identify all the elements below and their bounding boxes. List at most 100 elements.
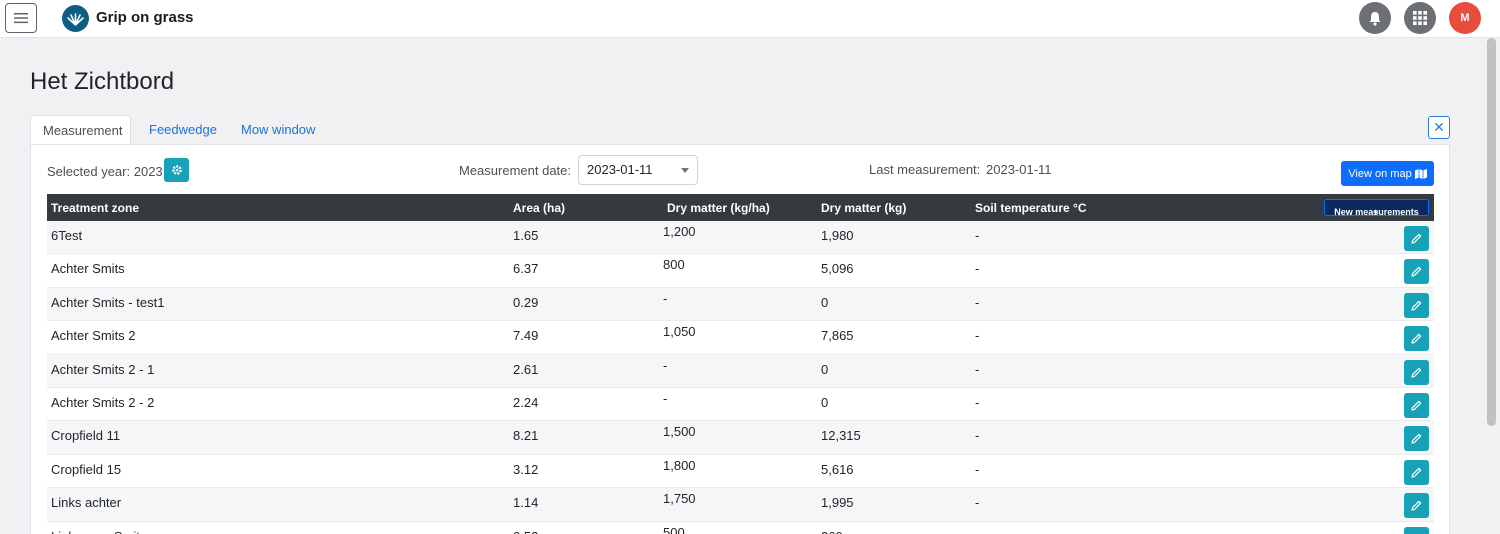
treatment-zone-cell: Cropfield 11 bbox=[51, 428, 121, 444]
area-cell: 7.49 bbox=[513, 328, 539, 344]
area-cell: 1.65 bbox=[513, 228, 539, 243]
dry-matter-kg-cell: 0 bbox=[821, 361, 829, 377]
dry-matter-kg-cell: 12,315 bbox=[821, 428, 861, 444]
measurement-date-label: Measurement date: bbox=[459, 163, 572, 178]
brand-name[interactable]: Grip on grass bbox=[96, 9, 194, 26]
edit-row-button[interactable] bbox=[1404, 392, 1429, 418]
treatment-zone-cell: Cropfield 15 bbox=[51, 461, 122, 477]
area-cell: 8.21 bbox=[513, 428, 539, 444]
scrollbar-thumb[interactable] bbox=[1487, 38, 1496, 426]
view-on-map-button[interactable]: View on map bbox=[1341, 161, 1434, 186]
tab-mow-window[interactable]: Mow window bbox=[229, 115, 327, 145]
edit-row-button[interactable] bbox=[1404, 493, 1429, 519]
edit-row-button[interactable] bbox=[1404, 326, 1429, 352]
pencil-icon bbox=[1411, 367, 1422, 378]
dry-matter-kg-cell: 5,096 bbox=[821, 261, 854, 277]
page-title: Het Zichtbord bbox=[30, 68, 175, 95]
dry-matter-kg-cell: 1,980 bbox=[821, 228, 854, 243]
table-row: 6Test 1.65 1,200 1,980 - bbox=[47, 221, 1434, 255]
dry-matter-kg-ha-cell: - bbox=[663, 357, 668, 373]
measurement-date-value: 2023-01-11 bbox=[587, 162, 653, 177]
dry-matter-kg-cell: 0 bbox=[821, 294, 829, 310]
dry-matter-kg-ha-cell: 1,750 bbox=[663, 491, 696, 507]
dry-matter-kg-ha-cell: 800 bbox=[663, 257, 685, 273]
pencil-icon bbox=[1411, 333, 1422, 344]
edit-row-button[interactable] bbox=[1404, 226, 1429, 251]
table-row: Achter Smits - test1 0.29 - 0 - bbox=[47, 287, 1434, 322]
area-cell: 1.14 bbox=[513, 495, 539, 511]
pencil-icon bbox=[1411, 267, 1422, 277]
pencil-icon bbox=[1411, 400, 1422, 411]
last-measurement-label: Last measurement: bbox=[869, 162, 981, 177]
treatment-zone-cell: Achter Smits bbox=[51, 261, 125, 277]
dry-matter-kg-cell: 260 bbox=[821, 529, 843, 534]
area-cell: 0.52 bbox=[513, 529, 538, 534]
pencil-icon bbox=[1411, 434, 1422, 444]
treatment-zone-cell: Achter Smits 2 - 2 bbox=[51, 394, 155, 410]
dry-matter-kg-ha-cell: - bbox=[663, 290, 668, 306]
pencil-icon bbox=[1411, 467, 1422, 478]
table-row: Achter Smits 2 - 2 2.24 - 0 - bbox=[47, 387, 1434, 422]
table-row: Cropfield 15 3.12 1,800 5,616 - bbox=[47, 454, 1434, 489]
selected-year-value: 2023 bbox=[133, 164, 163, 179]
year-settings-button[interactable] bbox=[164, 158, 189, 182]
table-body: 6Test 1.65 1,200 1,980 - Achter Smits 6.37 800 5… bbox=[47, 221, 1434, 534]
chevron-down-icon bbox=[681, 168, 689, 173]
area-cell: 6.37 bbox=[513, 261, 539, 277]
gear-icon bbox=[171, 165, 182, 175]
table-row: Links achter 1.14 1,750 1,995 - bbox=[47, 488, 1434, 522]
map-icon bbox=[1414, 168, 1427, 179]
dry-matter-kg-ha-cell: 1,050 bbox=[663, 324, 696, 340]
edit-row-button[interactable] bbox=[1404, 359, 1429, 385]
column-header-dry-matter-kg: Dry matter (kg) bbox=[821, 201, 907, 215]
table-row: Links voor Smits 0.52 500 260 bbox=[47, 521, 1434, 534]
edit-row-button[interactable] bbox=[1404, 459, 1429, 485]
column-header-soil-temperature: Soil temperature °C bbox=[975, 201, 1087, 215]
dry-matter-kg-ha-cell: 1,500 bbox=[663, 424, 696, 440]
edit-row-button[interactable] bbox=[1404, 259, 1429, 285]
notifications-button[interactable] bbox=[1359, 2, 1391, 34]
area-cell: 2.61 bbox=[513, 361, 539, 377]
measurements-table: Treatment zone Area (ha) Dry matter (kg/… bbox=[47, 194, 1434, 534]
new-measurements-label: New measurements bbox=[1334, 207, 1419, 217]
dry-matter-kg-ha-cell: 1,200 bbox=[663, 224, 696, 239]
view-on-map-label: View on map bbox=[1348, 167, 1412, 180]
edit-row-button[interactable] bbox=[1404, 426, 1429, 452]
soil-temperature-cell: - bbox=[975, 461, 980, 477]
selected-year-label: Selected year: bbox=[47, 164, 131, 179]
grass-logo-icon[interactable] bbox=[62, 5, 89, 32]
area-cell: 2.24 bbox=[513, 394, 539, 410]
tab-feedwedge[interactable]: Feedwedge bbox=[137, 115, 229, 145]
edit-row-button[interactable] bbox=[1404, 292, 1429, 318]
dry-matter-kg-cell: 0 bbox=[821, 394, 829, 410]
apps-button[interactable] bbox=[1404, 2, 1436, 34]
measurement-date-select[interactable]: 2023-01-11 bbox=[578, 155, 698, 185]
top-navbar: Grip on grass M bbox=[0, 0, 1500, 38]
dry-matter-kg-ha-cell: 1,800 bbox=[663, 457, 696, 473]
soil-temperature-cell: - bbox=[975, 394, 980, 410]
tab-measurement[interactable]: Measurement bbox=[30, 115, 131, 145]
treatment-zone-cell: Links achter bbox=[51, 495, 122, 511]
user-avatar[interactable]: M bbox=[1449, 2, 1481, 34]
soil-temperature-cell: - bbox=[975, 261, 980, 277]
table-row: Cropfield 11 8.21 1,500 12,315 - bbox=[47, 421, 1434, 455]
dry-matter-kg-cell: 7,865 bbox=[821, 328, 854, 344]
bell-icon bbox=[1369, 11, 1381, 26]
column-header-area: Area (ha) bbox=[513, 201, 566, 215]
soil-temperature-cell: - bbox=[975, 228, 980, 243]
treatment-zone-cell: Links voor Smits bbox=[51, 529, 146, 534]
pencil-icon bbox=[1411, 300, 1422, 311]
selected-year: Selected year: 2023 bbox=[47, 164, 163, 179]
hamburger-menu-button[interactable] bbox=[5, 3, 37, 33]
table-row: Achter Smits 2 7.49 1,050 7,865 - bbox=[47, 321, 1434, 355]
close-icon: ✕ bbox=[1433, 119, 1445, 135]
new-measurements-button[interactable]: + New measurements bbox=[1324, 199, 1429, 217]
column-header-treatment-zone: Treatment zone bbox=[51, 201, 140, 215]
dry-matter-kg-cell: 5,616 bbox=[821, 461, 854, 477]
column-header-dry-matter-kg-ha: Dry matter (kg/ha) bbox=[667, 201, 770, 215]
treatment-zone-cell: Achter Smits - test1 bbox=[51, 294, 165, 310]
edit-row-button[interactable] bbox=[1404, 526, 1429, 534]
pencil-icon bbox=[1411, 233, 1422, 244]
close-button[interactable]: ✕ bbox=[1428, 116, 1450, 139]
soil-temperature-cell: - bbox=[975, 294, 980, 310]
